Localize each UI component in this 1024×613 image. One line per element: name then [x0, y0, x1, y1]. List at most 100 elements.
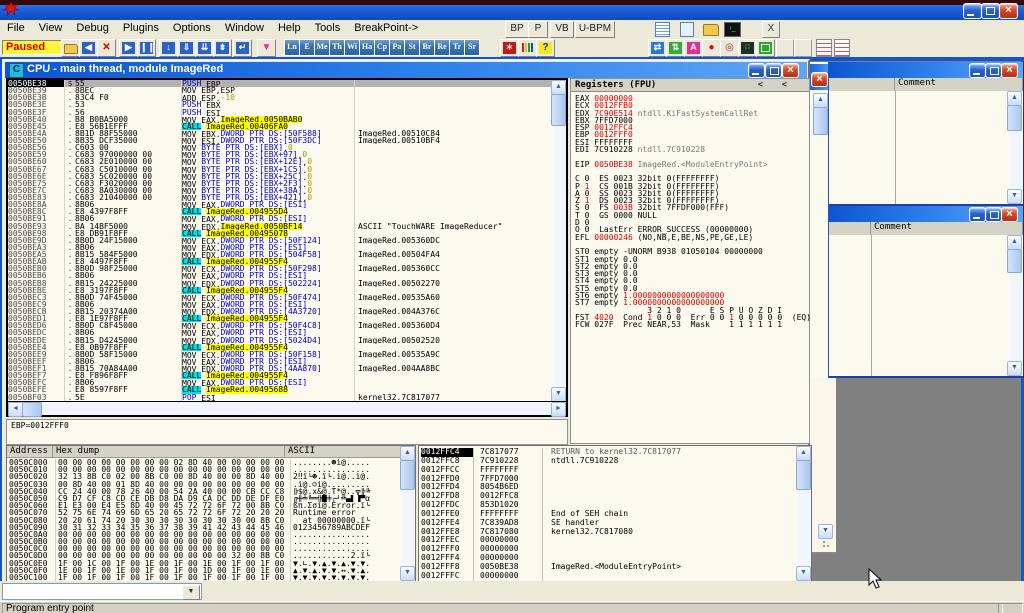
step-into-icon[interactable]: ↓ — [159, 39, 178, 57]
disasm-row[interactable]: 0050BEFE.E8 8597F8FFCALL ImageRed.004956… — [8, 386, 553, 393]
disasm-row[interactable]: 0050BE83.C683 21040000 00MOV BYTE PTR DS… — [8, 194, 553, 201]
updown-icon[interactable]: ⇅ — [666, 39, 685, 57]
console-icon[interactable]: ›_ — [724, 22, 741, 37]
disasm-row[interactable]: 0050BEEF.8B06MOV EAX,DWORD PTR DS:[ESI] — [8, 358, 553, 365]
breakpoint-dot-icon[interactable]: ● — [702, 39, 721, 57]
source-doc-icon[interactable] — [680, 22, 694, 37]
goto-address-icon[interactable]: ▼ — [257, 39, 276, 57]
hexdump-row[interactable]: 0050C050C9 D7 CF C8 CD CE DB D8 DA D9 CA… — [7, 495, 401, 502]
menu-item-tools[interactable]: Tools — [308, 20, 348, 34]
p-button[interactable]: P — [528, 21, 548, 38]
panel-button-th[interactable]: Th — [329, 39, 345, 56]
info-pane[interactable]: EBP=0012FFF0 — [6, 419, 568, 445]
hexdump-row[interactable]: 0050C07052 75 6E 74 69 6D 65 20 65 72 72… — [7, 509, 401, 516]
hexdump-row[interactable]: 0050C0B000 00 00 00 00 00 00 00 00 00 00… — [7, 538, 401, 545]
disasm-row[interactable]: 0050BE6E.C683 5C020000 00MOV BYTE PTR DS… — [8, 173, 553, 180]
stack-row[interactable]: 0012FFC47C817077RETURN to kernel32.7C817… — [421, 448, 799, 457]
cpu-minimize-button[interactable] — [748, 63, 765, 78]
disasm-row[interactable]: 0050BE75.C683 F3020000 00MOV BYTE PTR DS… — [8, 180, 553, 187]
animate-into-icon[interactable]: ⇊ — [195, 39, 214, 57]
vb-button[interactable]: VB — [550, 21, 574, 38]
panel-button-st[interactable]: St — [404, 39, 420, 56]
ubpm-button[interactable]: U-BPM — [575, 21, 615, 38]
hexdump-row[interactable]: 0050C03000 8D 40 00 01 8D 40 00 00 00 00… — [7, 481, 401, 488]
cpu-restore-button[interactable] — [765, 63, 782, 78]
panel-button-e[interactable]: E — [299, 39, 315, 56]
cpu-close-button[interactable]: × — [782, 63, 799, 78]
disasm-row[interactable]: 0050BEDC.8B06MOV EAX,DWORD PTR DS:[ESI] — [8, 329, 553, 336]
scroll-right-icon[interactable]: ► — [551, 402, 566, 417]
bp-button[interactable]: BP — [505, 21, 529, 38]
command-combo-input[interactable]: ▼ — [2, 583, 202, 600]
panel-button-br[interactable]: Br — [419, 39, 435, 56]
notepad-icon[interactable] — [655, 22, 670, 37]
scroll-up-icon[interactable]: ▲ — [1007, 235, 1022, 250]
hexdump-row[interactable]: 0050C0E01F 00 1C 00 1F 00 1E 00 1F 00 1E… — [7, 560, 401, 567]
stack-row[interactable]: 0012FFE87C817080kernel32.7C817080 — [421, 528, 799, 537]
register-line[interactable]: EIP 0050BE38 ImageRed.<ModuleEntryPoint> — [575, 161, 807, 168]
panel-button-wi[interactable]: Wi — [344, 39, 360, 56]
tiles-icon[interactable] — [756, 39, 775, 57]
disasm-row[interactable]: 0050BEF1.8B15 70A84A00MOV EDX,DWORD PTR … — [8, 365, 553, 372]
log-doc-icon[interactable] — [816, 39, 832, 57]
disasm-row[interactable]: 0050BE9D.8B0D 24F15000MOV ECX,DWORD PTR … — [8, 237, 553, 244]
panel-minimize-button[interactable] — [969, 63, 986, 78]
resize-grip[interactable] — [822, 540, 832, 550]
step-over-icon[interactable]: ⇓ — [177, 39, 196, 57]
disasm-vscrollbar[interactable]: ▲ ▼ — [553, 80, 566, 402]
disasm-row[interactable]: 0050BE3E.53PUSH EBX — [8, 101, 553, 108]
prev-registers-icon[interactable]: < — [758, 80, 763, 90]
registers-pane[interactable]: Registers (FPU) < < EAX 00000000ECX 0012… — [570, 78, 810, 444]
panel-button-me[interactable]: Me — [314, 39, 330, 56]
stack-row[interactable]: 0012FFE47C839AD8SE handler — [421, 519, 799, 528]
scroll-up-icon[interactable]: ▲ — [796, 446, 811, 461]
disasm-row[interactable]: 0050BE40.B8 B0BA5000MOV EAX,ImageRed.005… — [8, 116, 553, 123]
open-file-icon[interactable] — [61, 39, 80, 57]
right-panel-bottom-titlebar[interactable]: × — [829, 206, 1023, 222]
execute-till-return-icon[interactable]: ↵ — [233, 39, 252, 57]
menu-item-options[interactable]: Options — [166, 20, 218, 34]
disasm-row[interactable]: 0050BE8C.E8 4397F8FFCALL ImageRed.004955… — [8, 208, 553, 215]
menu-item-debug[interactable]: Debug — [69, 20, 115, 34]
scroll-up-icon[interactable]: ▲ — [400, 446, 415, 461]
stack-row[interactable]: 0012FFC87C910228ntdll.7C910228 — [421, 457, 799, 466]
scroll-down-icon[interactable]: ▼ — [796, 566, 811, 581]
hexdump-row[interactable]: 0050C040CC 24 40 00 78 26 40 00 54 2A 40… — [7, 488, 401, 495]
hexdump-row[interactable]: 0050C0A000 00 00 00 00 00 00 00 00 00 00… — [7, 531, 401, 538]
help-icon[interactable]: ? — [536, 39, 555, 57]
stack-row[interactable]: 0012FFD80012FFC8 — [421, 492, 799, 501]
highlight-a-icon[interactable]: A — [684, 39, 703, 57]
disasm-row[interactable]: 0050BEFC.8B06MOV EAX,DWORD PTR DS:[ESI] — [8, 379, 553, 386]
close-button[interactable]: × — [999, 3, 1018, 19]
hexdump-row[interactable]: 0050C0D000 00 00 00 00 00 00 00 00 00 00… — [7, 552, 401, 559]
animate-over-icon[interactable]: ⇟ — [213, 39, 232, 57]
hexdump-row[interactable]: 0050C060E1 E3 00 E4 E5 8D 40 00 45 72 72… — [7, 502, 401, 509]
run-icon[interactable]: ▶ — [119, 39, 138, 57]
disasm-row[interactable]: 0050BE45.E8 56B1EFFFCALL ImageRed.00406F… — [8, 123, 553, 130]
stack-scrollbar[interactable]: ▲ ▼ — [798, 446, 811, 581]
stack-row[interactable]: 0012FFF400000000 — [421, 554, 799, 563]
panel-button-sr[interactable]: Sr — [464, 39, 480, 56]
scroll-down-icon[interactable]: ▼ — [400, 566, 415, 581]
main-titlebar[interactable]: × — [0, 0, 1024, 20]
right-panel-top-titlebar[interactable]: × — [829, 62, 1023, 78]
disasm-row[interactable]: 0050BE98.E8 DB91F8FFCALL ImageRed.004950… — [8, 230, 553, 237]
scroll-thumb[interactable] — [22, 402, 42, 417]
cpu-titlebar[interactable]: C CPU - main thread, module ImageRed × — [5, 62, 807, 78]
disasm-hscrollbar[interactable]: ◄ ► — [8, 401, 566, 415]
scroll-thumb[interactable] — [551, 94, 566, 126]
menu-item-view[interactable]: View — [32, 20, 70, 34]
stack-row[interactable]: 0012FFD48054B6ED — [421, 483, 799, 492]
menu-item-plugins[interactable]: Plugins — [116, 20, 166, 34]
scroll-up-icon[interactable]: ▲ — [1007, 91, 1022, 106]
disasm-row[interactable]: 0050BE91.8B06MOV EAX,DWORD PTR DS:[ESI] — [8, 215, 553, 222]
scroll-thumb[interactable] — [813, 107, 828, 135]
disasm-row[interactable]: 0050BE8A.8B06MOV EAX,DWORD PTR DS:[ESI] — [8, 201, 553, 208]
hexdump-row[interactable]: 0050C08020 20 61 74 20 30 30 30 30 30 30… — [7, 517, 401, 524]
scroll-thumb[interactable] — [796, 460, 811, 490]
log-doc2-icon[interactable] — [834, 39, 850, 57]
scroll-down-icon[interactable]: ▼ — [818, 524, 833, 539]
panel-button-ln[interactable]: Ln — [284, 39, 300, 56]
panel-close-button[interactable]: × — [1001, 63, 1018, 78]
disasm-row[interactable]: 0050BE50.8B35 DCF35000MOV ESI,DWORD PTR … — [8, 137, 553, 144]
